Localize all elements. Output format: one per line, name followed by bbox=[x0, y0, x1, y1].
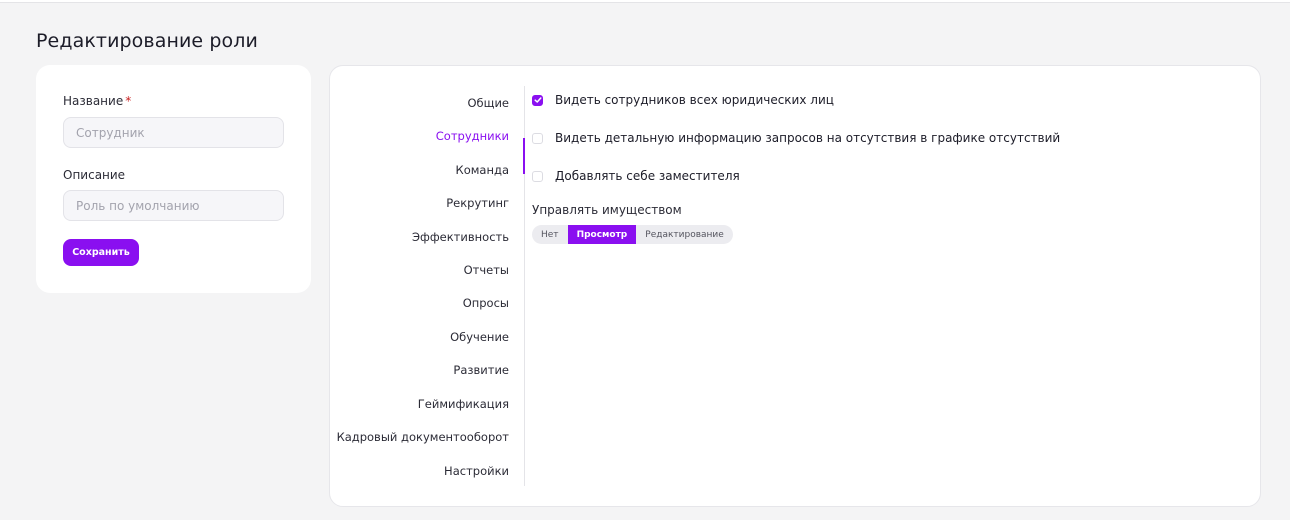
permission-label: Видеть сотрудников всех юридических лиц bbox=[555, 93, 834, 107]
name-label-text: Название bbox=[63, 94, 124, 108]
permissions-card: Общие Сотрудники Команда Рекрутинг Эффек… bbox=[329, 65, 1261, 507]
checkbox-checked[interactable] bbox=[532, 94, 543, 106]
property-access-toggle: Нет Просмотр Редактирование bbox=[532, 225, 733, 244]
nav-item-gamification[interactable]: Геймификация bbox=[418, 397, 509, 411]
top-bar bbox=[0, 0, 1290, 3]
permission-label: Видеть детальную информацию запросов на … bbox=[555, 131, 1061, 145]
option-edit[interactable]: Редактирование bbox=[636, 225, 733, 244]
nav-item-performance[interactable]: Эффективность bbox=[412, 230, 509, 244]
name-input[interactable] bbox=[63, 117, 284, 148]
description-label: Описание bbox=[63, 168, 126, 182]
property-access-label: Управлять имуществом bbox=[532, 203, 682, 217]
checkbox-unchecked[interactable] bbox=[532, 170, 543, 182]
check-icon bbox=[533, 97, 542, 103]
nav-item-surveys[interactable]: Опросы bbox=[463, 296, 509, 310]
permission-row[interactable]: Видеть сотрудников всех юридических лиц bbox=[532, 93, 834, 107]
required-mark: * bbox=[125, 94, 132, 108]
option-view[interactable]: Просмотр bbox=[567, 225, 637, 244]
nav-item-employees[interactable]: Сотрудники bbox=[436, 129, 509, 143]
permission-row[interactable]: Видеть детальную информацию запросов на … bbox=[532, 131, 1060, 145]
page-title: Редактирование роли bbox=[36, 30, 258, 52]
name-label: Название * bbox=[63, 94, 131, 108]
permission-label: Добавлять себе заместителя bbox=[555, 169, 740, 183]
nav-item-general[interactable]: Общие bbox=[467, 96, 509, 110]
save-button[interactable]: Сохранить bbox=[63, 239, 139, 266]
description-input[interactable] bbox=[63, 190, 284, 221]
nav-item-development[interactable]: Развитие bbox=[453, 363, 509, 377]
section-nav: Общие Сотрудники Команда Рекрутинг Эффек… bbox=[330, 86, 525, 486]
nav-item-learning[interactable]: Обучение bbox=[450, 330, 509, 344]
role-form-card: Название* Описание Сохранить bbox=[36, 65, 311, 293]
option-none[interactable]: Нет bbox=[532, 225, 568, 244]
permission-row[interactable]: Добавлять себе заместителя bbox=[532, 169, 740, 183]
nav-item-settings[interactable]: Настройки bbox=[444, 464, 509, 478]
nav-item-hr-documents[interactable]: Кадровый документооборот bbox=[337, 430, 509, 444]
active-section-indicator bbox=[523, 138, 525, 174]
checkbox-unchecked[interactable] bbox=[532, 132, 543, 144]
nav-item-team[interactable]: Команда bbox=[456, 163, 509, 177]
nav-item-reports[interactable]: Отчеты bbox=[464, 263, 509, 277]
nav-item-recruiting[interactable]: Рекрутинг bbox=[446, 196, 509, 210]
